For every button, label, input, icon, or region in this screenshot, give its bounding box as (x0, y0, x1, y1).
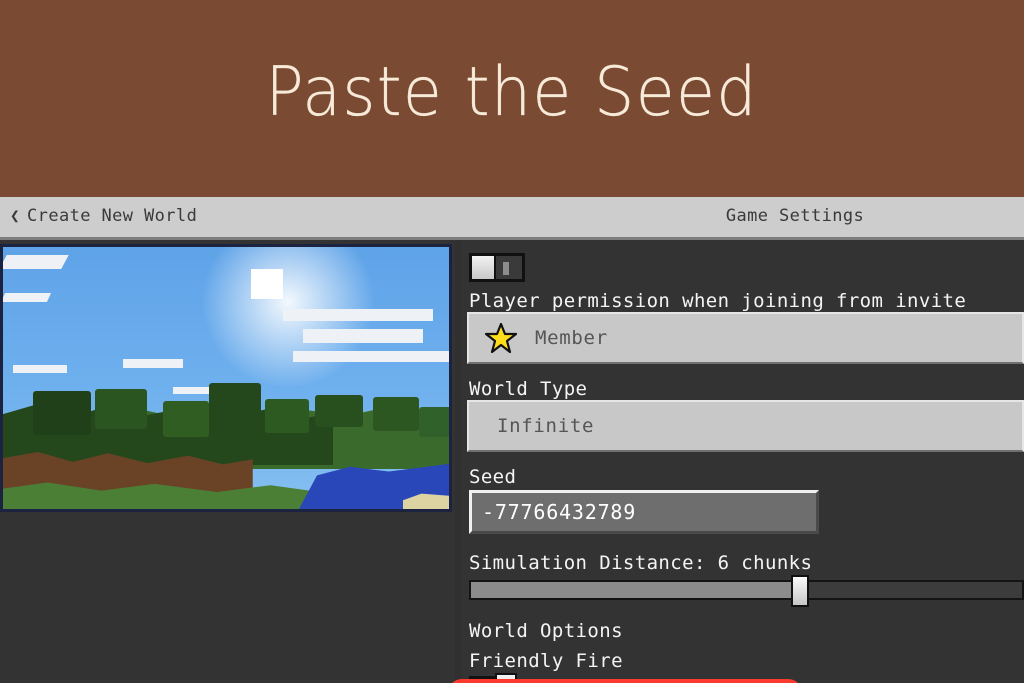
preview-tree (33, 391, 91, 435)
seed-value: -77766432789 (482, 500, 637, 524)
banner-header: Paste the Seed (0, 0, 1024, 197)
preview-cloud (123, 359, 183, 368)
toggle-thumb (470, 254, 496, 281)
simulation-distance-label: Simulation Distance: 6 chunks (469, 552, 813, 574)
world-options-label: World Options (469, 620, 623, 642)
preview-tree (163, 401, 209, 437)
preview-cloud (283, 309, 433, 321)
toggle-thumb (495, 673, 517, 683)
right-panel: Player permission when joining from invi… (461, 240, 1024, 683)
player-permission-dropdown[interactable]: Member (467, 312, 1024, 364)
seed-label: Seed (469, 466, 517, 488)
back-button[interactable]: ❮ Create New World (10, 206, 197, 226)
friendly-fire-label: Friendly Fire (469, 650, 623, 672)
world-preview-image (0, 244, 452, 512)
preview-cloud (3, 255, 69, 269)
toggle-notch (503, 262, 509, 275)
chevron-left-icon: ❮ (10, 206, 21, 225)
screen-title: Game Settings (725, 206, 865, 226)
back-button-label: Create New World (27, 206, 198, 226)
world-type-dropdown[interactable]: Infinite (467, 400, 1024, 452)
invite-toggle[interactable] (469, 253, 525, 282)
slider-thumb[interactable] (790, 575, 809, 607)
left-panel: Create Create on Realms Edit Settings Ga… (0, 240, 455, 683)
world-type-value: Infinite (497, 415, 595, 437)
page-title: Paste the Seed (265, 52, 759, 132)
preview-cloud (3, 293, 52, 302)
preview-sun (251, 269, 283, 299)
preview-tree (315, 395, 363, 427)
preview-cloud (13, 365, 67, 373)
preview-tree (265, 399, 309, 433)
preview-tree (209, 383, 261, 423)
player-permission-value: Member (535, 327, 608, 349)
content-area: Create Create on Realms Edit Settings Ga… (0, 240, 1024, 683)
seed-input[interactable]: -77766432789 (469, 490, 819, 534)
world-type-label: World Type (469, 378, 588, 400)
preview-cloud (293, 351, 449, 362)
simulation-distance-slider[interactable] (469, 575, 1024, 607)
preview-tree (373, 397, 419, 431)
star-icon (485, 323, 517, 353)
slider-fill (471, 582, 802, 598)
navigation-bar: ❮ Create New World Game Settings (0, 197, 1024, 240)
preview-tree (419, 407, 449, 437)
app-screen: Paste the Seed ❮ Create New World Game S… (0, 0, 1024, 683)
player-permission-label: Player permission when joining from invi… (469, 290, 967, 312)
preview-tree (95, 389, 147, 429)
preview-cloud (303, 329, 423, 343)
friendly-fire-toggle[interactable] (469, 673, 517, 683)
